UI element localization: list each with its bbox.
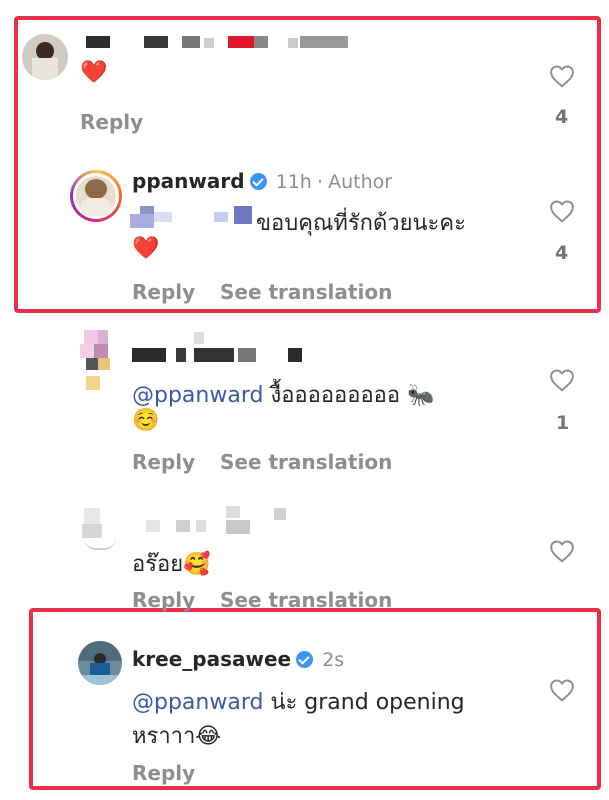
like-heart-icon[interactable] xyxy=(549,368,575,392)
laugh-emoji: 😂 xyxy=(195,724,222,749)
avatar[interactable] xyxy=(78,641,122,685)
reply-button[interactable]: Reply xyxy=(132,280,195,304)
username[interactable]: ppanward xyxy=(132,169,245,193)
reply-button[interactable]: Reply xyxy=(132,761,195,785)
verified-badge-icon xyxy=(249,173,267,190)
reply-button[interactable]: Reply xyxy=(80,110,143,134)
reply-button[interactable]: Reply xyxy=(132,588,195,612)
username[interactable]: kree_pasawee xyxy=(132,647,291,671)
avatar-redacted[interactable] xyxy=(80,330,124,396)
comment-emoji: 🥰 xyxy=(183,552,211,577)
ant-emoji: 🐜 xyxy=(407,383,435,408)
timestamp: 2s xyxy=(322,649,345,671)
like-heart-icon[interactable] xyxy=(549,199,575,223)
like-heart-icon[interactable] xyxy=(549,539,575,563)
mention-link[interactable]: @ppanward xyxy=(132,383,263,408)
smile-emoji: ☺️ xyxy=(132,408,160,433)
avatar[interactable] xyxy=(22,34,68,80)
comment-emoji: ❤️ xyxy=(80,60,108,85)
like-heart-icon[interactable] xyxy=(549,64,575,88)
avatar-story-ring[interactable] xyxy=(70,170,122,222)
comment-emoji: ❤️ xyxy=(132,236,160,261)
see-translation-button[interactable]: See translation xyxy=(220,280,392,304)
like-count: 4 xyxy=(555,106,569,128)
like-count: 4 xyxy=(555,242,569,264)
timestamp: 11h xyxy=(275,171,312,193)
comment-text-line2: หราาา xyxy=(132,724,196,749)
see-translation-button[interactable]: See translation xyxy=(220,450,392,474)
comment-text: ขอบคุณที่รักด้วยนะคะ xyxy=(256,211,466,236)
like-heart-icon[interactable] xyxy=(549,678,575,702)
comment-text: อร๊อย xyxy=(132,552,184,577)
verified-badge-icon xyxy=(296,651,314,668)
avatar-redacted[interactable] xyxy=(80,502,120,550)
comment-text: น่ะ grand opening xyxy=(270,690,465,715)
see-translation-button[interactable]: See translation xyxy=(220,588,392,612)
reply-button[interactable]: Reply xyxy=(132,450,195,474)
author-badge: Author xyxy=(328,171,393,193)
comment-text: งื้อออออออออ xyxy=(270,383,401,408)
mention-link[interactable]: @ppanward xyxy=(132,690,263,715)
separator: · xyxy=(316,171,323,193)
like-count: 1 xyxy=(556,412,570,434)
